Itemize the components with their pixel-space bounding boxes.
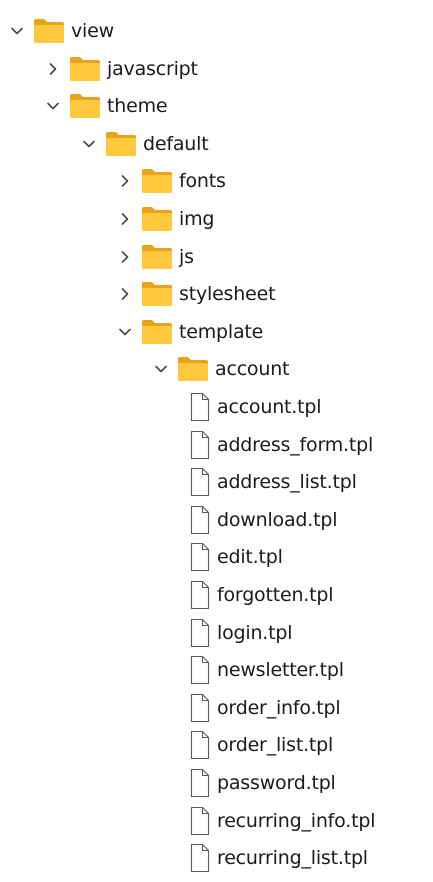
folder-icon: [106, 131, 136, 156]
tree-item-label: login.tpl: [217, 621, 293, 644]
file-icon: [190, 580, 210, 610]
folder-icon: [70, 56, 100, 81]
folder-icon: [34, 19, 64, 43]
file-icon: [190, 768, 210, 798]
chevron-right-icon[interactable]: [44, 60, 62, 78]
tree-item-label: js: [179, 245, 194, 268]
tree-item-label: template: [179, 320, 264, 343]
tree-folder-view[interactable]: view: [8, 13, 114, 49]
tree-item-label: newsletter.tpl: [217, 659, 344, 682]
tree-item-label: edit.tpl: [217, 546, 283, 569]
tree-item-label: address_list.tpl: [217, 471, 357, 494]
folder-icon: [70, 94, 100, 119]
file-icon: [190, 844, 210, 873]
tree-item-label: password.tpl: [217, 772, 336, 794]
tree-folder-account[interactable]: account: [152, 351, 289, 387]
tree-file-address-form-tpl[interactable]: address_form.tpl: [190, 427, 373, 463]
tree-folder-template[interactable]: template: [116, 314, 263, 350]
tree-item-label: recurring_info.tpl: [217, 809, 376, 832]
tree-item-label: img: [179, 208, 215, 230]
folder-tree: view javascript theme default fonts img js styl…: [0, 0, 433, 882]
folder-icon: [142, 319, 172, 344]
file-icon: [190, 392, 210, 422]
tree-file-recurring-info-tpl[interactable]: recurring_info.tpl: [190, 803, 375, 839]
tree-folder-img[interactable]: img: [116, 201, 214, 237]
chevron-down-icon[interactable]: [80, 135, 98, 153]
tree-file-recurring-list-tpl[interactable]: recurring_list.tpl: [190, 840, 368, 876]
tree-file-account-tpl[interactable]: account.tpl: [190, 389, 322, 425]
file-icon: [190, 543, 210, 572]
tree-item-label: download.tpl: [217, 508, 338, 531]
file-icon: [190, 618, 210, 647]
tree-folder-default[interactable]: default: [80, 126, 209, 162]
file-icon: [190, 693, 210, 722]
tree-file-order-list-tpl[interactable]: order_list.tpl: [190, 727, 333, 763]
tree-file-forgotten-tpl[interactable]: forgotten.tpl: [190, 577, 334, 613]
file-icon: [190, 731, 210, 760]
folder-icon: [142, 207, 172, 231]
tree-file-download-tpl[interactable]: download.tpl: [190, 502, 338, 538]
tree-file-order-info-tpl[interactable]: order_info.tpl: [190, 690, 341, 726]
tree-item-label: default: [143, 132, 209, 155]
tree-item-label: view: [71, 20, 114, 42]
tree-item-label: stylesheet: [179, 283, 276, 306]
tree-folder-fonts[interactable]: fonts: [116, 163, 226, 199]
folder-icon: [142, 282, 172, 307]
file-icon: [190, 656, 210, 685]
chevron-right-icon[interactable]: [116, 248, 134, 266]
chevron-down-icon[interactable]: [8, 22, 26, 40]
tree-folder-theme[interactable]: theme: [44, 88, 168, 124]
tree-item-label: javascript: [107, 57, 198, 80]
tree-item-label: order_info.tpl: [217, 696, 341, 719]
tree-folder-stylesheet[interactable]: stylesheet: [116, 276, 276, 312]
folder-icon: [142, 244, 172, 269]
chevron-down-icon[interactable]: [116, 323, 134, 341]
file-icon: [190, 806, 210, 835]
tree-item-label: account: [215, 358, 290, 381]
tree-item-label: recurring_list.tpl: [217, 847, 368, 870]
tree-file-newsletter-tpl[interactable]: newsletter.tpl: [190, 652, 344, 688]
tree-file-password-tpl[interactable]: password.tpl: [190, 765, 336, 801]
tree-item-label: account.tpl: [217, 396, 322, 418]
tree-item-label: theme: [107, 95, 168, 118]
file-icon: [190, 505, 210, 534]
chevron-down-icon[interactable]: [152, 360, 170, 378]
file-icon: [190, 468, 210, 497]
tree-folder-javascript[interactable]: javascript: [44, 51, 198, 87]
tree-item-label: forgotten.tpl: [217, 584, 334, 606]
folder-icon: [142, 169, 172, 194]
tree-item-label: fonts: [179, 170, 226, 193]
chevron-right-icon[interactable]: [116, 285, 134, 303]
file-icon: [190, 430, 210, 459]
chevron-down-icon[interactable]: [44, 97, 62, 115]
chevron-right-icon[interactable]: [116, 172, 134, 190]
tree-file-login-tpl[interactable]: login.tpl: [190, 615, 293, 651]
folder-icon: [178, 357, 208, 382]
tree-file-edit-tpl[interactable]: edit.tpl: [190, 539, 283, 575]
tree-folder-js[interactable]: js: [116, 239, 194, 275]
chevron-right-icon[interactable]: [116, 210, 134, 228]
tree-item-label: address_form.tpl: [217, 433, 374, 456]
tree-file-address-list-tpl[interactable]: address_list.tpl: [190, 464, 357, 500]
tree-item-label: order_list.tpl: [217, 734, 334, 757]
